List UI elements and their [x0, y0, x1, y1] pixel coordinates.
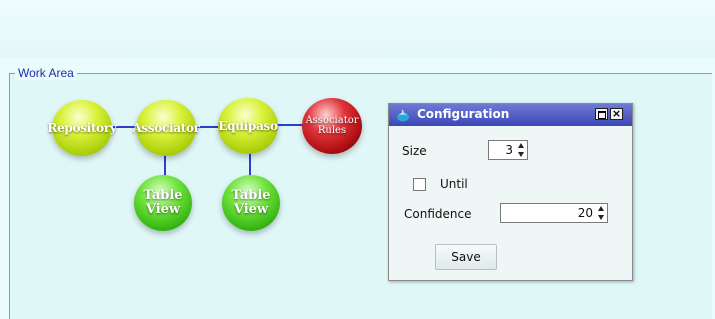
node-table-view-1-line1: Table: [143, 188, 183, 204]
node-equipaso[interactable]: Equipaso: [218, 98, 278, 154]
node-associator-rules-line2: Rules: [317, 125, 347, 136]
dialog-title: Configuration: [417, 107, 510, 121]
confidence-increment-icon[interactable]: [598, 206, 604, 211]
node-associator[interactable]: Associator: [132, 100, 200, 156]
confidence-decrement-icon[interactable]: [598, 215, 604, 220]
node-table-view-1[interactable]: Table View: [134, 175, 192, 231]
node-associator-rules[interactable]: Associator Rules: [302, 98, 362, 154]
close-icon[interactable]: ×: [610, 108, 623, 120]
confidence-label: Confidence: [404, 207, 472, 221]
node-equipaso-label: Equipaso: [218, 118, 278, 133]
size-decrement-icon[interactable]: [518, 152, 524, 157]
confidence-spinner[interactable]: 20: [500, 203, 608, 223]
size-label: Size: [402, 144, 427, 158]
dialog-titlebar[interactable]: Configuration ×: [389, 104, 632, 126]
node-table-view-2-line1: Table: [231, 188, 271, 204]
node-table-view-1-line2: View: [145, 202, 181, 217]
node-associator-label: Associator: [132, 120, 200, 135]
configuration-dialog: Configuration × Size 3 Until Confidence …: [388, 103, 633, 281]
node-repository[interactable]: Repository: [47, 100, 117, 156]
confidence-value: 20: [577, 206, 593, 220]
java-cup-icon: [397, 109, 409, 122]
maximize-icon[interactable]: [595, 108, 608, 120]
node-repository-label: Repository: [47, 120, 117, 135]
size-value: 3: [505, 143, 513, 157]
node-table-view-2[interactable]: Table View: [222, 175, 280, 231]
until-checkbox[interactable]: [413, 178, 426, 191]
node-table-view-2-line2: View: [233, 202, 269, 217]
size-increment-icon[interactable]: [518, 143, 524, 148]
until-label: Until: [440, 177, 468, 191]
size-spinner[interactable]: 3: [488, 140, 528, 160]
save-button[interactable]: Save: [435, 244, 497, 270]
